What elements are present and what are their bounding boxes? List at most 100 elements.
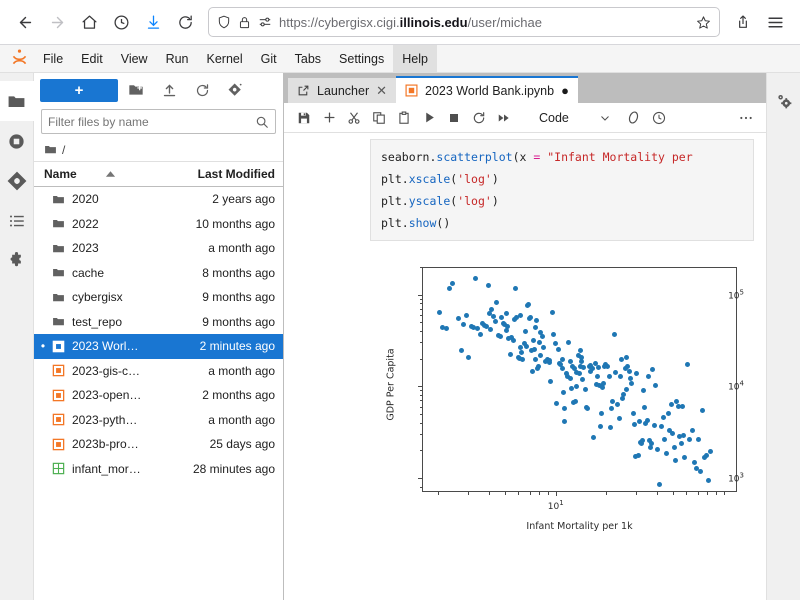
scatter-point [601,381,606,386]
forward-icon[interactable] [42,7,72,37]
file-modified: a month ago [177,241,283,255]
menu-edit[interactable]: Edit [72,45,112,73]
bookmark-star-icon[interactable] [696,15,711,30]
back-icon[interactable] [10,7,40,37]
upload-icon[interactable] [154,78,184,102]
file-row[interactable]: infant_mor…28 minutes ago [34,457,283,482]
search-icon[interactable] [255,115,269,129]
breadcrumb[interactable]: / [34,138,283,162]
share-icon[interactable] [728,7,758,37]
file-row[interactable]: •2023 Worl…2 minutes ago [34,334,283,359]
file-row[interactable]: 2023a month ago [34,236,283,261]
file-row[interactable]: cybergisx9 months ago [34,285,283,310]
insert-cell-icon[interactable] [317,106,341,130]
code-cell-input[interactable]: seaborn.scatterplot(x = "Infant Mortalit… [370,139,754,241]
extension-manager-icon[interactable] [0,241,34,281]
scatter-point [478,332,483,337]
right-sidebar [766,73,800,600]
menu-help[interactable]: Help [393,45,437,73]
menu-git[interactable]: Git [252,45,286,73]
y-tick-minor [420,395,422,396]
cell-output: GDP Per Capita Infant Mortality per 1k 1… [370,255,754,538]
file-row[interactable]: 2023-pyth…a month ago [34,408,283,433]
git-icon[interactable] [0,161,34,201]
column-header-last-modified[interactable]: Last Modified [179,167,283,181]
file-row[interactable]: 2023-open…2 months ago [34,383,283,408]
running-terminals-icon[interactable] [0,121,34,161]
x-tick-minor [686,492,687,495]
lock-icon[interactable] [238,16,251,29]
menu-view[interactable]: View [112,45,157,73]
scatter-point [598,424,603,429]
table-of-contents-icon[interactable] [0,201,34,241]
new-folder-icon[interactable] [121,78,151,102]
menu-settings[interactable]: Settings [330,45,393,73]
scatter-point [524,344,529,349]
file-row[interactable]: 2023b-pro…25 days ago [34,432,283,457]
y-tick-minor [420,390,422,391]
copy-icon[interactable] [367,106,391,130]
file-row[interactable]: test_repo9 months ago [34,310,283,335]
menu-kernel[interactable]: Kernel [198,45,252,73]
x-tick-mark [556,492,557,496]
code-line: seaborn.scatterplot(x = "Infant Mortalit… [381,146,743,168]
notebook-content: seaborn.scatterplot(x = "Infant Mortalit… [284,133,766,538]
notebook-scroll-area[interactable]: seaborn.scatterplot(x = "Infant Mortalit… [284,133,766,600]
search-input[interactable] [48,115,251,129]
scatter-point [645,418,650,423]
hamburger-menu-icon[interactable] [760,7,790,37]
menu-run[interactable]: Run [157,45,198,73]
home-icon[interactable] [74,7,104,37]
scatter-point [537,340,542,345]
unsaved-indicator-icon[interactable]: ● [561,83,569,98]
paste-icon[interactable] [392,106,416,130]
reload-icon[interactable] [170,7,200,37]
property-inspector-gears-icon[interactable] [767,81,800,121]
file-name: 2020 [68,192,177,206]
x-tick-minor [707,492,708,495]
scatter-point [596,365,601,370]
save-icon[interactable] [292,106,316,130]
refresh-icon[interactable] [187,78,217,102]
filter-box[interactable] [41,109,276,134]
run-icon[interactable] [417,106,441,130]
scatter-point [640,438,645,443]
kernel-status-idle-icon[interactable] [622,106,646,130]
scatter-point [499,315,504,320]
recent-activity-clock-icon[interactable] [647,106,671,130]
menu-tabs[interactable]: Tabs [286,45,330,73]
permissions-icon[interactable] [258,15,272,29]
overflow-menu-icon[interactable] [734,106,758,130]
file-browser-icon[interactable] [0,81,34,121]
file-list[interactable]: 20202 years ago202210 months ago2023a mo… [34,187,283,600]
notebook-toolbar: Code [284,103,766,133]
git-clone-icon[interactable] [220,78,250,102]
file-row[interactable]: 20202 years ago [34,187,283,212]
tab-notebook-2023-world-bank[interactable]: 2023 World Bank.ipynb ● [396,76,578,103]
url-text[interactable]: https://cybergisx.cigi.illinois.edu/user… [279,15,689,30]
y-tick-label: 103 [700,471,744,484]
restart-kernel-icon[interactable] [467,106,491,130]
y-tick-label: 105 [700,288,744,301]
shield-icon[interactable] [217,15,231,29]
file-modified: 2 months ago [177,388,283,402]
restart-run-all-icon[interactable] [492,106,516,130]
url-bar[interactable]: https://cybergisx.cigi.illinois.edu/user… [208,7,720,37]
new-launcher-button[interactable]: + [40,79,118,102]
column-name-label: Name [44,167,77,181]
tab-launcher[interactable]: Launcher ✕ [288,78,396,103]
close-icon[interactable]: ✕ [376,83,387,99]
cell-type-dropdown[interactable]: Code [539,111,611,125]
file-row[interactable]: cache8 months ago [34,261,283,286]
folder-icon [48,315,68,328]
cut-icon[interactable] [342,106,366,130]
file-row[interactable]: 2023-gis-c…a month ago [34,359,283,384]
column-header-name[interactable]: Name [34,167,179,181]
scatter-point [629,381,634,386]
scatter-point [662,437,667,442]
stop-icon[interactable] [442,106,466,130]
history-clock-icon[interactable] [106,7,136,37]
file-row[interactable]: 202210 months ago [34,212,283,237]
download-icon[interactable] [138,7,168,37]
menu-file[interactable]: File [34,45,72,73]
